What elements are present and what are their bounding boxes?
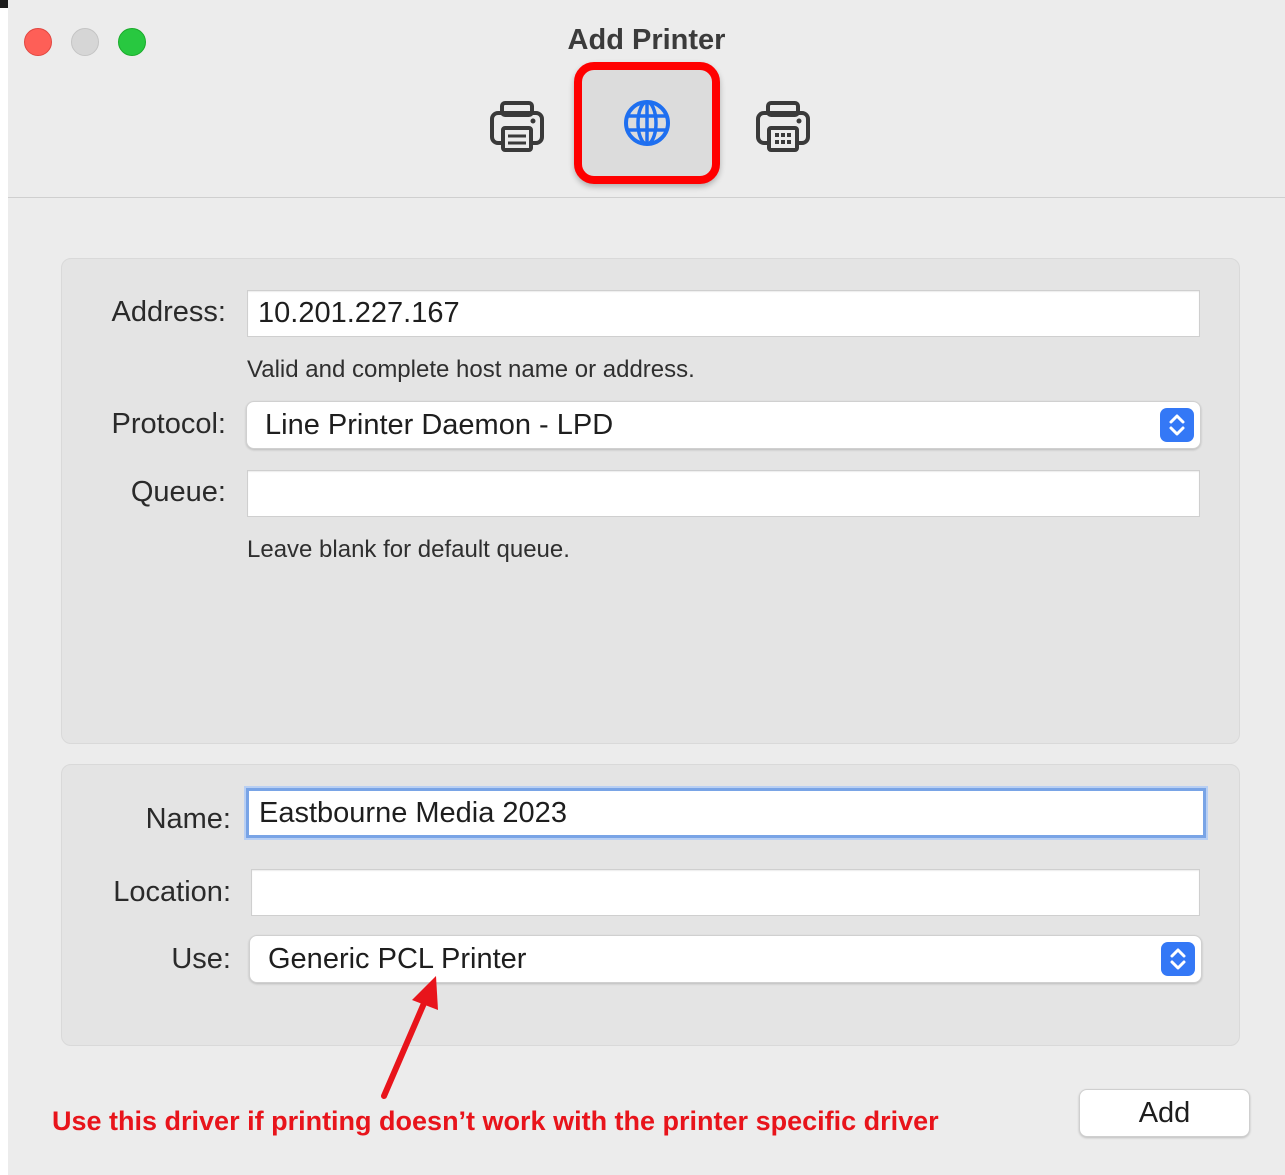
add-button[interactable]: Add xyxy=(1079,1089,1250,1137)
corner-mark xyxy=(0,0,8,8)
queue-label: Queue: xyxy=(130,476,226,508)
globe-icon xyxy=(624,100,670,146)
name-label: Name: xyxy=(145,803,231,835)
toolbar-windows-printer-button[interactable] xyxy=(750,94,816,160)
protocol-stepper[interactable] xyxy=(1160,408,1194,442)
location-field[interactable] xyxy=(251,869,1200,916)
protocol-popup[interactable]: Line Printer Daemon - LPD xyxy=(246,401,1201,449)
printer-icon xyxy=(490,101,544,152)
annotation-arrow xyxy=(381,976,438,1099)
chevron-updown-icon xyxy=(1169,414,1185,436)
name-field[interactable]: Eastbourne Media 2023 xyxy=(246,788,1206,838)
toolbar-ip-printer-button[interactable] xyxy=(574,62,720,184)
window-title: Add Printer xyxy=(567,24,726,56)
queue-field[interactable] xyxy=(247,470,1200,517)
annotation-text: Use this driver if printing doesn’t work… xyxy=(52,1106,939,1136)
windows-printer-icon xyxy=(756,101,810,152)
protocol-label: Protocol: xyxy=(111,408,226,440)
queue-hint: Leave blank for default queue. xyxy=(247,536,570,563)
add-printer-window: Add Printer Address: 10.201.227.167 Vali… xyxy=(8,8,1285,1175)
chevron-updown-icon xyxy=(1170,948,1186,970)
left-edge xyxy=(0,0,8,1175)
address-label: Address: xyxy=(111,296,226,328)
use-driver-stepper[interactable] xyxy=(1161,942,1195,976)
address-hint: Valid and complete host name or address. xyxy=(247,356,695,383)
location-label: Location: xyxy=(113,876,231,908)
address-field[interactable]: 10.201.227.167 xyxy=(247,290,1200,337)
toolbar-default-printer-button[interactable] xyxy=(484,94,550,160)
use-driver-value: Generic PCL Printer xyxy=(268,942,527,975)
title-bar: Add Printer xyxy=(8,8,1285,198)
use-label: Use: xyxy=(171,943,231,975)
protocol-value: Line Printer Daemon - LPD xyxy=(265,408,614,441)
